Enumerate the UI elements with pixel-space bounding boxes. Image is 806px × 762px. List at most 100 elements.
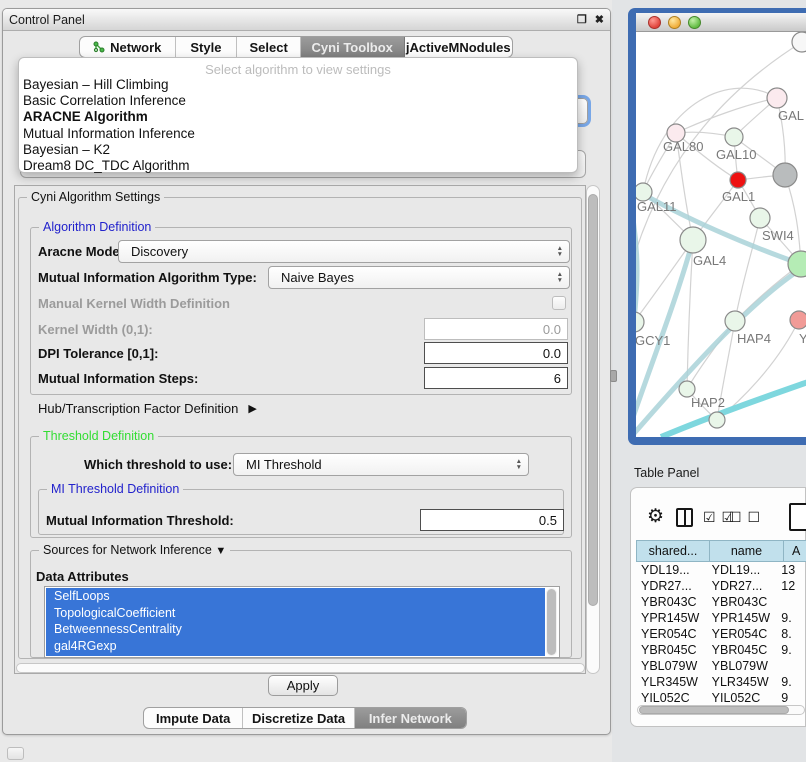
list-scrollbar-thumb[interactable] xyxy=(547,589,556,655)
dpi-tolerance-field[interactable]: 0.0 xyxy=(424,342,568,364)
dropdown-item-selected[interactable]: ARACNE Algorithm xyxy=(19,109,577,125)
manual-kernel-width-checkbox[interactable] xyxy=(552,296,566,310)
hub-definition-label: Hub/Transcription Factor Definition xyxy=(38,401,238,416)
tab-discretize-data[interactable]: Discretize Data xyxy=(243,708,354,728)
settings-vscrollbar-thumb[interactable] xyxy=(588,194,598,606)
tab-style[interactable]: Style xyxy=(176,37,238,57)
dropdown-item[interactable]: Mutual Information Inference xyxy=(19,126,577,142)
close-panel-icon[interactable]: ✖ xyxy=(595,14,604,26)
mi-algorithm-type-combobox[interactable]: Naive Bayes ▲▼ xyxy=(268,266,570,289)
aracne-mode-label: Aracne Mode: xyxy=(38,240,124,263)
node-partial-top[interactable] xyxy=(792,32,806,52)
list-scrollbar[interactable] xyxy=(546,588,557,656)
selected-attributes-block: SelfLoops TopologicalCoefficient Between… xyxy=(46,588,545,656)
column-header-partial[interactable]: A xyxy=(783,540,806,562)
sources-title-label: Sources for Network Inference xyxy=(43,543,212,557)
node-label: Y xyxy=(799,331,806,346)
dropdown-item[interactable]: Bayesian – K2 xyxy=(19,142,577,158)
tab-cyni-toolbox-label: Cyni Toolbox xyxy=(312,40,393,55)
node-gray[interactable] xyxy=(773,163,797,187)
node-partial-bottom[interactable] xyxy=(709,412,725,428)
table-hscrollbar-thumb[interactable] xyxy=(639,706,789,714)
tab-impute-data-label: Impute Data xyxy=(156,711,230,726)
table-row[interactable]: YDL19...YDL19...13 xyxy=(636,562,806,578)
page-icon[interactable] xyxy=(789,503,806,531)
mi-steps-field[interactable]: 6 xyxy=(424,367,568,389)
hub-definition-expander[interactable]: Hub/Transcription Factor Definition ▶ xyxy=(38,399,257,417)
list-item[interactable]: SelfLoops xyxy=(46,588,545,605)
node-label: HAP2 xyxy=(691,395,725,410)
gear-icon[interactable]: ⚙ xyxy=(647,505,664,528)
list-item[interactable]: gal4RGexp xyxy=(46,638,545,655)
apply-button[interactable]: Apply xyxy=(268,675,338,696)
float-panel-icon[interactable]: ❐ xyxy=(577,14,587,26)
settings-hscrollbar[interactable] xyxy=(16,663,585,673)
dropdown-prompt: Select algorithm to view settings xyxy=(19,62,577,77)
bottom-tabbar: Impute Data Discretize Data Infer Networ… xyxy=(143,707,467,729)
tab-jactivemnodules[interactable]: jActiveMNodules xyxy=(405,37,513,57)
split-pane-handle[interactable] xyxy=(610,370,617,382)
combo-stepper-icon: ▲▼ xyxy=(516,459,522,470)
table-row[interactable]: YBR045CYBR045C9. xyxy=(636,642,806,658)
node-label: GAL4 xyxy=(693,253,726,268)
tab-infer-network[interactable]: Infer Network xyxy=(355,708,466,728)
network-canvas[interactable]: GAL GAL80 GAL10 GAL1 GAL11 SWI4 GAL4 GCY… xyxy=(636,32,806,437)
table-row[interactable]: YER054CYER054C8. xyxy=(636,626,806,642)
kernel-width-field[interactable]: 0.0 xyxy=(424,318,568,340)
network-edge xyxy=(676,98,777,133)
control-panel-tabbar: Network Style Select Cyni Toolbox jActiv… xyxy=(79,36,513,58)
data-attributes-list[interactable]: SelfLoops TopologicalCoefficient Between… xyxy=(44,586,560,658)
table-row[interactable]: YPR145WYPR145W9. xyxy=(636,610,806,626)
which-threshold-combobox[interactable]: MI Threshold ▲▼ xyxy=(233,453,529,476)
app-root: Control Panel ❐ ✖ Network Style Select C… xyxy=(0,0,806,762)
aracne-mode-combobox[interactable]: Discovery ▲▼ xyxy=(118,240,570,263)
which-threshold-label: Which threshold to use: xyxy=(84,453,232,476)
column-header-name[interactable]: name xyxy=(709,540,784,562)
list-item[interactable]: TopologicalCoefficient xyxy=(46,605,545,622)
node-label: HAP4 xyxy=(737,331,771,346)
table-row[interactable]: YIL052CYIL052C9 xyxy=(636,690,806,704)
network-window-titlebar[interactable] xyxy=(636,13,806,32)
threshold-definition-title: Threshold Definition xyxy=(39,429,158,443)
dropdown-item[interactable]: Dream8 DC_TDC Algorithm xyxy=(19,158,577,174)
mi-algorithm-type-value: Naive Bayes xyxy=(281,270,354,285)
node-gal10[interactable] xyxy=(725,128,743,146)
algorithm-dropdown-popup: Select algorithm to view settings Bayesi… xyxy=(18,57,578,173)
node-salmon[interactable] xyxy=(790,311,806,329)
node-gal4[interactable] xyxy=(680,227,706,253)
unchecked-boxes-icon[interactable]: ☐ ☐ xyxy=(729,509,761,526)
table-row[interactable]: YDR27...YDR27...12 xyxy=(636,578,806,594)
table-row[interactable]: YLR345WYLR345W9. xyxy=(636,674,806,690)
node-hap4[interactable] xyxy=(725,311,745,331)
dpi-tolerance-label: DPI Tolerance [0,1]: xyxy=(38,342,158,364)
mi-threshold-field[interactable]: 0.5 xyxy=(420,509,564,531)
network-edge-thick xyxy=(636,207,637,322)
tab-impute-data[interactable]: Impute Data xyxy=(144,708,243,728)
list-item[interactable]: BetweennessCentrality xyxy=(46,621,545,638)
dropdown-item[interactable]: Basic Correlation Inference xyxy=(19,93,577,109)
tab-select[interactable]: Select xyxy=(237,37,301,57)
close-window-icon[interactable] xyxy=(648,16,661,29)
tab-network[interactable]: Network xyxy=(80,37,176,57)
column-header-shared[interactable]: shared... xyxy=(636,540,710,562)
collapsed-arrow-icon: ▶ xyxy=(248,402,256,415)
table-row[interactable]: YBR043CYBR043C xyxy=(636,594,806,610)
collapsed-panel-button[interactable] xyxy=(7,747,24,760)
control-panel-title: Control Panel xyxy=(9,13,85,27)
tab-jactivemnodules-label: jActiveMNodules xyxy=(406,40,511,55)
node-gcy1[interactable] xyxy=(636,312,644,332)
maximize-window-icon[interactable] xyxy=(688,16,701,29)
sources-title[interactable]: Sources for Network Inference ▼ xyxy=(39,543,230,557)
tab-discretize-data-label: Discretize Data xyxy=(252,711,345,726)
node-gal1[interactable] xyxy=(750,208,770,228)
table-row[interactable]: YBL079WYBL079W xyxy=(636,658,806,674)
kernel-width-value: 0.0 xyxy=(543,322,561,337)
aracne-mode-value: Discovery xyxy=(131,244,188,259)
tab-select-label: Select xyxy=(249,40,287,55)
node-gal[interactable] xyxy=(767,88,787,108)
tab-cyni-toolbox[interactable]: Cyni Toolbox xyxy=(301,37,405,57)
columns-icon[interactable] xyxy=(676,508,693,527)
node-red-selected[interactable] xyxy=(730,172,746,188)
minimize-window-icon[interactable] xyxy=(668,16,681,29)
dropdown-item[interactable]: Bayesian – Hill Climbing xyxy=(19,77,577,93)
